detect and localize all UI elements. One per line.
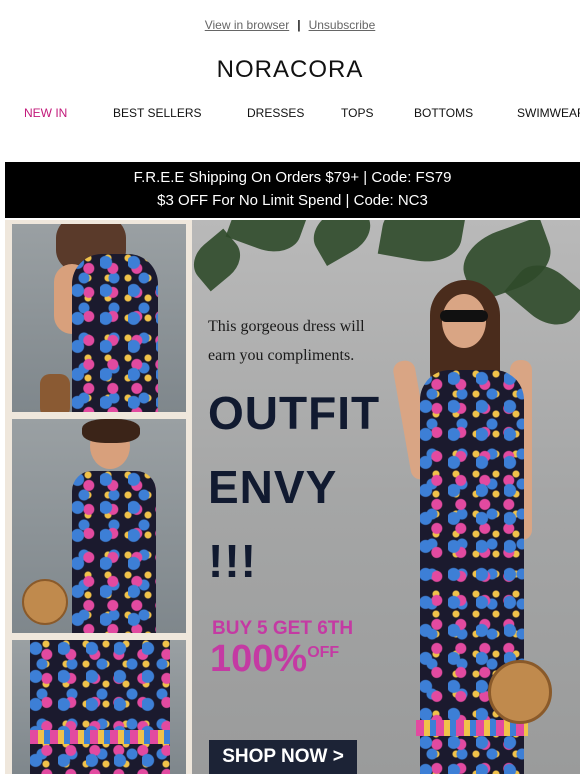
nav-item-best-sellers[interactable]: BEST SELLERS	[113, 106, 202, 120]
nav-item-new-in[interactable]: NEW IN	[24, 106, 67, 120]
promo-off: OFF	[307, 644, 340, 661]
link-separator: |	[297, 18, 301, 32]
hero-tagline: This gorgeous dress will earn you compli…	[208, 312, 418, 370]
nav-item-dresses[interactable]: DRESSES	[247, 106, 304, 120]
headline-outfit: OUTFIT	[208, 387, 381, 439]
nav-item-swimwear[interactable]: SWIMWEAR	[517, 106, 580, 120]
promo-buy5-get6: BUY 5 GET 6TH	[212, 618, 354, 639]
discount-promo-text: $3 OFF For No Limit Spend | Code: NC3	[157, 192, 428, 209]
main-nav: NEW IN BEST SELLERS DRESSES TOPS BOTTOMS…	[0, 106, 580, 122]
nav-item-bottoms[interactable]: BOTTOMS	[414, 106, 473, 120]
shipping-promo-text: F.R.E.E Shipping On Orders $79+ | Code: …	[133, 169, 452, 186]
product-thumbnail-2[interactable]	[12, 419, 186, 633]
nav-item-tops[interactable]: TOPS	[341, 106, 373, 120]
hero-main-panel: This gorgeous dress will earn you compli…	[192, 220, 580, 774]
brand-logo[interactable]: NORACORA	[0, 56, 580, 84]
tagline-line-2: earn you compliments.	[208, 347, 355, 364]
headline-exclamation: !!!	[208, 535, 257, 587]
headline-envy: ENVY	[208, 461, 338, 513]
promo-banner: F.R.E.E Shipping On Orders $79+ | Code: …	[5, 162, 580, 218]
promo-100-off: 100%OFF	[210, 638, 339, 681]
unsubscribe-link[interactable]: Unsubscribe	[309, 18, 376, 32]
promo-percent: 100%	[210, 638, 308, 680]
hero-image[interactable]: This gorgeous dress will earn you compli…	[5, 220, 580, 774]
product-thumbnail-1[interactable]	[12, 224, 186, 412]
view-in-browser-link[interactable]: View in browser	[205, 18, 289, 32]
product-thumbnail-3[interactable]	[12, 640, 186, 774]
tagline-line-1: This gorgeous dress will	[208, 318, 365, 335]
email-top-links: View in browser | Unsubscribe	[0, 18, 580, 32]
shop-now-button[interactable]: SHOP NOW >	[209, 740, 357, 774]
